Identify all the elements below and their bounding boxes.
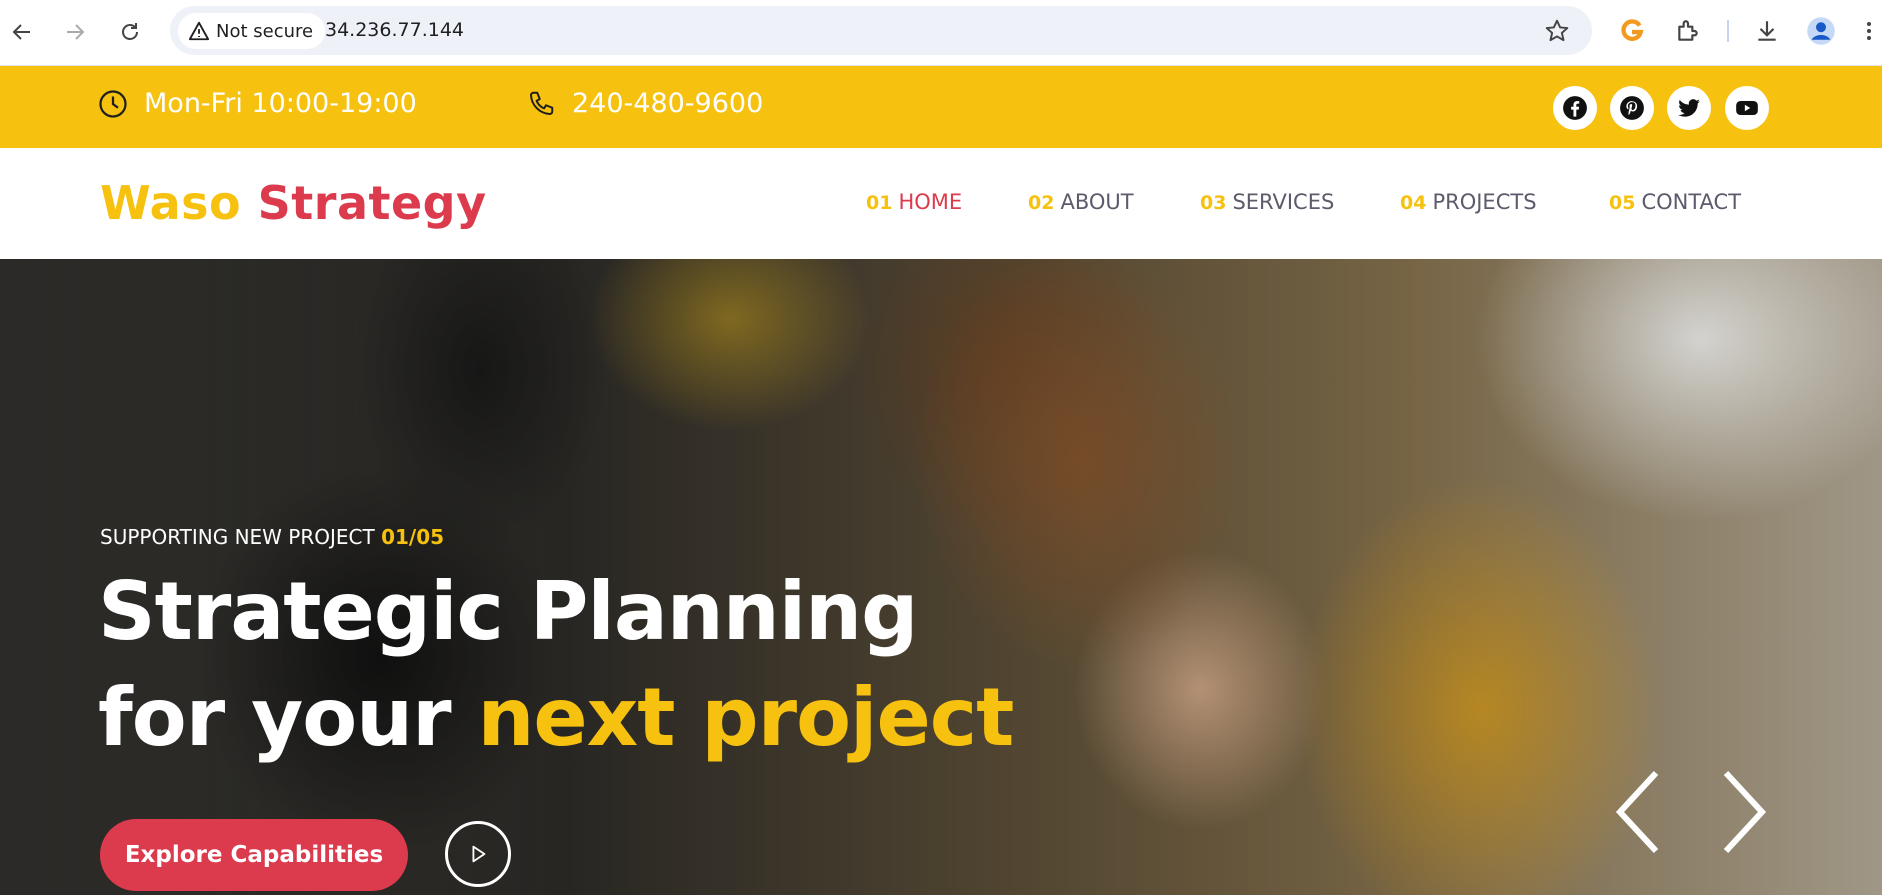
opening-hours: Mon-Fri 10:00-19:00 [98, 88, 417, 119]
hours-text: Mon-Fri 10:00-19:00 [144, 88, 417, 119]
facebook-link[interactable] [1553, 86, 1597, 130]
top-info-bar: Mon-Fri 10:00-19:00 240-480-9600 [0, 66, 1882, 148]
phone-icon [530, 91, 554, 115]
nav-item-about[interactable]: 02 ABOUT [1028, 190, 1134, 214]
nav-number: 03 [1200, 192, 1227, 214]
play-video-button[interactable] [445, 821, 511, 887]
nav-number: 04 [1400, 192, 1427, 214]
prev-slide-arrow-icon[interactable] [1610, 767, 1670, 857]
reload-icon [122, 23, 138, 40]
security-label: Not secure [216, 20, 314, 42]
phone-number[interactable]: 240-480-9600 [526, 88, 763, 119]
headline-white-part: for your [98, 671, 452, 764]
nav-number: 01 [866, 192, 893, 214]
warning-icon [188, 21, 210, 41]
forward-button[interactable] [57, 14, 93, 50]
back-button[interactable] [4, 14, 40, 50]
hero-eyebrow: SUPPORTING NEW PROJECT 01/05 [100, 525, 444, 549]
security-indicator[interactable]: Not secure [178, 13, 326, 49]
nav-number: 02 [1028, 192, 1055, 214]
address-bar[interactable]: Not secure 34.236.77.144 [170, 6, 1592, 55]
nav-item-home[interactable]: 01 HOME [866, 190, 962, 214]
slide-counter: 01/05 [381, 525, 445, 549]
forward-arrow-icon [67, 24, 85, 40]
profile-avatar-icon[interactable] [1806, 16, 1836, 46]
logo-part-waso: Waso [100, 176, 242, 230]
eyebrow-text: SUPPORTING NEW PROJECT [100, 525, 375, 549]
nav-item-services[interactable]: 03 SERVICES [1200, 190, 1334, 214]
logo-part-strategy: Strategy [257, 176, 487, 230]
hero-slider: SUPPORTING NEW PROJECT 01/05 Strategic P… [0, 259, 1882, 895]
twitter-link[interactable] [1667, 86, 1711, 130]
browser-toolbar: Not secure 34.236.77.144 [0, 0, 1882, 66]
site-header: Waso Strategy 01 HOME 02 ABOUT 03 SERVIC… [0, 148, 1882, 259]
headline-highlight: next project [477, 671, 1014, 764]
headline-line-1: Strategic Planning [98, 565, 918, 658]
nav-label: CONTACT [1641, 190, 1742, 214]
reload-button[interactable] [112, 14, 148, 50]
clock-icon [99, 89, 127, 118]
nav-item-projects[interactable]: 04 PROJECTS [1400, 190, 1537, 214]
nav-item-contact[interactable]: 05 CONTACT [1609, 190, 1741, 214]
youtube-icon [1736, 100, 1758, 116]
nav-label: ABOUT [1060, 190, 1134, 214]
next-slide-arrow-icon[interactable] [1712, 767, 1772, 857]
extensions-puzzle-icon[interactable] [1673, 16, 1703, 46]
url-text[interactable]: 34.236.77.144 [325, 19, 464, 41]
youtube-link[interactable] [1725, 86, 1769, 130]
bookmark-star-icon[interactable] [1544, 18, 1570, 44]
nav-label: SERVICES [1232, 190, 1335, 214]
phone-text: 240-480-9600 [572, 88, 764, 119]
nav-number: 05 [1609, 192, 1636, 214]
twitter-icon [1678, 99, 1700, 117]
site-logo[interactable]: Waso Strategy [100, 176, 487, 230]
nav-label: HOME [898, 190, 963, 214]
hero-headline: Strategic Planning for your next project [98, 559, 1014, 771]
play-icon [472, 845, 486, 863]
nav-label: PROJECTS [1432, 190, 1537, 214]
back-arrow-icon [12, 24, 30, 40]
extension-g-icon[interactable] [1617, 16, 1647, 46]
downloads-icon[interactable] [1752, 16, 1782, 46]
pinterest-icon [1620, 96, 1644, 120]
headline-line-2: for your next project [98, 665, 1014, 771]
toolbar-divider [1727, 20, 1729, 42]
facebook-icon [1563, 96, 1587, 120]
browser-menu-icon[interactable] [1860, 16, 1878, 46]
pinterest-link[interactable] [1610, 86, 1654, 130]
explore-capabilities-button[interactable]: Explore Capabilities [100, 819, 408, 891]
